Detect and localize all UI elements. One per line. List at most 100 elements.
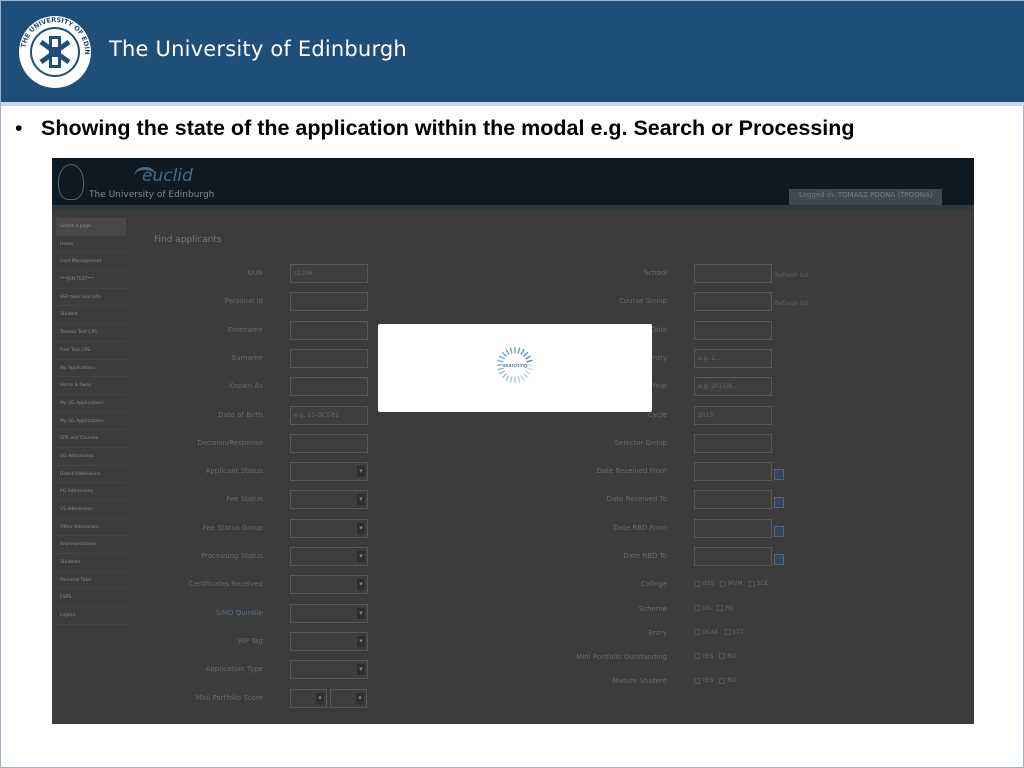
sidebar: Select a page Home Conf Management ***JON T… — [56, 218, 126, 625]
option-checkbox[interactable] — [717, 605, 724, 611]
option-group-label: Mini Portfolio Outstanding — [576, 652, 667, 661]
bullet-marker: • — [15, 116, 23, 140]
sidebar-item[interactable]: Free Test CPS — [56, 342, 126, 360]
bullet-text: Showing the state of the application wit… — [41, 116, 855, 140]
field-label: Date Received From — [596, 467, 667, 476]
calendar-icon[interactable] — [774, 469, 784, 481]
sidebar-item[interactable]: My Applications — [56, 360, 126, 378]
sidebar-item[interactable]: Direct Admissions — [56, 466, 126, 484]
field-label: Date RBD From — [613, 523, 667, 532]
text-field[interactable]: e.g. 17-OCT-81 — [290, 405, 368, 425]
select-field[interactable] — [290, 603, 368, 623]
refresh-list-link[interactable]: Refresh list — [775, 272, 808, 279]
field-label: School — [643, 269, 667, 277]
sidebar-item[interactable]: Tomasz Test CPS — [56, 324, 126, 342]
sidebar-item[interactable]: Logout — [56, 607, 126, 625]
sidebar-item[interactable]: ***JON TEST*** — [56, 271, 126, 289]
text-field[interactable] — [694, 320, 772, 340]
text-field[interactable] — [694, 518, 772, 538]
field-label: Decision/Response — [197, 438, 263, 447]
slide: THE UNIVERSITY OF EDINBURGH The Universi… — [0, 0, 1024, 768]
sidebar-item[interactable]: Conf Management — [56, 253, 126, 272]
option-checkbox[interactable] — [748, 580, 755, 587]
sidebar-item[interactable]: CPS and Courses — [56, 430, 126, 448]
calendar-icon[interactable] — [774, 497, 784, 509]
text-field[interactable]: e.g. 2015/6... — [694, 377, 772, 397]
sidebar-item[interactable]: Personal Tutor — [56, 572, 126, 590]
text-field[interactable] — [694, 433, 772, 453]
option-checkbox[interactable] — [694, 605, 700, 611]
sidebar-item[interactable]: Home & Away — [56, 377, 126, 395]
field-label: Certificates Received — [188, 580, 263, 589]
spinner-status-text: searching — [502, 363, 528, 369]
option-checkbox[interactable] — [694, 653, 700, 660]
text-field[interactable] — [290, 292, 368, 312]
option-checkbox[interactable] — [694, 629, 700, 636]
calendar-icon[interactable] — [774, 554, 784, 565]
text-field[interactable] — [694, 264, 772, 283]
option-label: SCE — [756, 580, 769, 588]
option-checkbox[interactable] — [719, 653, 726, 660]
mini-portfolio-score-select[interactable] — [330, 688, 367, 708]
option-checkbox[interactable] — [694, 677, 700, 684]
field-label: Application Type — [205, 665, 263, 674]
field-label: Year — [652, 382, 667, 391]
select-field[interactable] — [290, 490, 368, 510]
option-checkbox[interactable] — [724, 629, 731, 636]
option-group: UG PG — [694, 605, 739, 612]
option-checkbox[interactable] — [720, 580, 727, 587]
field-label: UUN — [247, 269, 263, 277]
option-checkbox[interactable] — [694, 580, 700, 587]
option-group-label: Scheme — [638, 604, 667, 613]
option-group-label: Mature Student — [612, 677, 667, 686]
option-checkbox[interactable] — [719, 677, 726, 684]
text-field[interactable] — [290, 377, 368, 397]
university-name: The University of Edinburgh — [109, 37, 407, 61]
sidebar-item[interactable]: Students — [56, 554, 126, 572]
app-header-bar — [52, 205, 974, 210]
option-group: YES NO — [694, 677, 742, 684]
field-label: Date of Birth — [218, 410, 263, 419]
field-label: Applicant Status — [205, 467, 263, 476]
sidebar-item[interactable]: Home — [56, 236, 126, 254]
text-field[interactable] — [290, 433, 368, 453]
sidebar-item[interactable]: ESPS — [56, 589, 126, 608]
sidebar-item[interactable]: Other Admissions — [56, 519, 126, 537]
sidebar-item[interactable]: My UG Applications — [56, 413, 126, 431]
calendar-icon[interactable] — [774, 525, 784, 537]
text-field[interactable]: s1206 — [290, 264, 368, 283]
text-field[interactable] — [694, 490, 772, 510]
sidebar-item[interactable]: SSP tools and info — [56, 289, 126, 307]
text-field[interactable] — [694, 547, 772, 566]
sidebar-item[interactable]: VS Admissions — [56, 501, 126, 519]
select-field[interactable] — [290, 518, 368, 538]
option-label: UG — [702, 604, 712, 612]
field-label: Known As — [228, 382, 263, 391]
sidebar-item[interactable]: My UG Applications — [56, 395, 126, 413]
sidebar-item[interactable]: PG Admissions — [56, 483, 126, 501]
sidebar-item[interactable]: UG Admissions — [56, 448, 126, 466]
select-field[interactable] — [290, 575, 368, 595]
sidebar-item[interactable]: Select a page — [56, 218, 126, 236]
option-group-label: College — [640, 580, 667, 589]
option-group: YES NO — [694, 653, 742, 660]
sidebar-item[interactable]: Representatives — [56, 536, 126, 555]
text-field[interactable] — [694, 462, 772, 482]
text-field[interactable]: e.g. 1... — [694, 348, 772, 368]
mini-portfolio-score-select[interactable] — [290, 688, 327, 708]
app-screenshot: euclid The University of Edinburgh Logge… — [52, 158, 974, 724]
text-field[interactable] — [694, 292, 772, 312]
field-label: Forename — [228, 325, 263, 334]
select-field[interactable] — [290, 462, 368, 482]
select-field[interactable] — [290, 631, 368, 651]
field-label: Selector Group — [614, 438, 667, 447]
text-field[interactable]: 2015 — [694, 405, 772, 425]
sidebar-item[interactable]: Student — [56, 306, 126, 325]
text-field[interactable] — [290, 348, 368, 368]
refresh-list-link[interactable]: Refresh list — [775, 300, 808, 307]
text-field[interactable] — [290, 320, 368, 340]
select-field[interactable] — [290, 660, 368, 680]
select-field[interactable] — [290, 547, 368, 566]
field-label: Mini Portfolio Score — [195, 693, 263, 702]
field-label: Processing Status — [201, 552, 263, 560]
